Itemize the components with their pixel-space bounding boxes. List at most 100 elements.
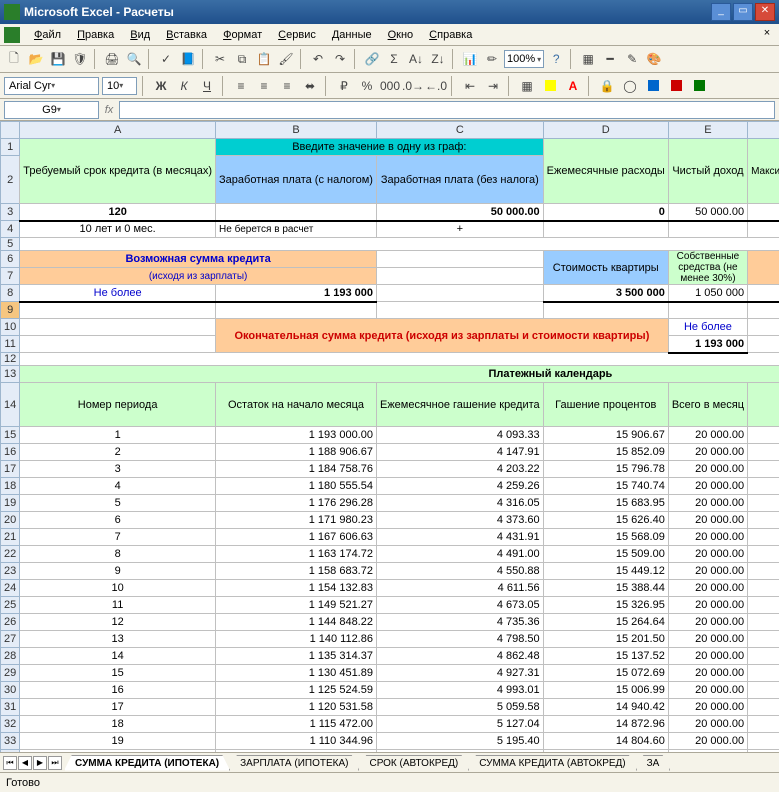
cell[interactable]: 20 000.00 — [668, 750, 747, 753]
cell[interactable]: 1 135 314.37 — [216, 648, 377, 665]
cell[interactable]: 1 163 174.72 — [216, 546, 377, 563]
row-header[interactable]: 13 — [1, 366, 20, 383]
cell[interactable]: + — [376, 221, 543, 238]
worksheet[interactable]: A B C D E F G H 1 Требуемый срок кредита… — [0, 121, 779, 752]
maximize-button[interactable]: ▭ — [733, 3, 753, 21]
cell[interactable]: 20 000.00 — [668, 699, 747, 716]
row-header[interactable]: 25 — [1, 597, 20, 614]
cell[interactable]: 20 000.00 — [668, 682, 747, 699]
cell[interactable]: 15 137.52 — [543, 648, 668, 665]
cell[interactable]: 14 804.60 — [543, 733, 668, 750]
row-header[interactable]: 24 — [1, 580, 20, 597]
cell[interactable]: 1 115 472.00 — [216, 716, 377, 733]
row-header[interactable]: 2 — [1, 156, 20, 204]
print-icon[interactable]: 🖨 — [102, 49, 122, 69]
preview-icon[interactable]: 🔍 — [124, 49, 144, 69]
row-header[interactable]: 26 — [1, 614, 20, 631]
align-left-icon[interactable]: ≡ — [231, 76, 251, 96]
cell[interactable]: 4 491.00 — [376, 546, 543, 563]
sort-desc-icon[interactable]: Z↓ — [428, 49, 448, 69]
row-header[interactable]: 4 — [1, 221, 20, 238]
row-header[interactable]: 15 — [1, 427, 20, 444]
italic-button[interactable]: К — [174, 76, 194, 96]
cell[interactable]: 1 125 524.59 — [748, 665, 779, 682]
row-header[interactable]: 7 — [1, 268, 20, 285]
cell[interactable]: 20 — [20, 750, 216, 753]
redo-icon[interactable]: ↷ — [330, 49, 350, 69]
cell[interactable]: 20 000.00 — [668, 631, 747, 648]
cell[interactable]: 10 лет и 0 мес. — [20, 221, 216, 238]
cell[interactable]: 15 449.12 — [543, 563, 668, 580]
row-header[interactable]: 22 — [1, 546, 20, 563]
cell[interactable] — [748, 319, 779, 336]
cell[interactable] — [20, 319, 216, 336]
cell[interactable]: 20 000.00 — [668, 733, 747, 750]
col-header[interactable]: A — [20, 122, 216, 139]
cell[interactable]: 15 740.74 — [543, 478, 668, 495]
cell[interactable]: 1 — [20, 427, 216, 444]
bold-button[interactable]: Ж — [151, 76, 171, 96]
cell[interactable]: 20 000.00 — [668, 478, 747, 495]
cell[interactable]: 13 — [20, 631, 216, 648]
shapes-icon[interactable]: ◯ — [620, 76, 640, 96]
cell[interactable] — [376, 302, 543, 319]
cell[interactable]: 4 431.91 — [376, 529, 543, 546]
cell[interactable]: 8 — [20, 546, 216, 563]
col-header[interactable]: E — [668, 122, 747, 139]
cell[interactable]: 6 — [20, 512, 216, 529]
cell[interactable] — [376, 251, 543, 268]
cell[interactable]: Заработная плата (без налога) — [376, 156, 543, 204]
cell[interactable]: Ежемесячное гашение кредита — [376, 383, 543, 427]
sheet-tab[interactable]: СУММА КРЕДИТА (АВТОКРЕД) — [468, 755, 636, 771]
tab-last-icon[interactable]: ⏭ — [48, 756, 62, 770]
cell[interactable]: Ежемесячные расходы — [543, 139, 668, 204]
cell[interactable]: 1 176 296.28 — [748, 478, 779, 495]
sheet-tab[interactable]: ЗАРПЛАТА (ИПОТЕКА) — [229, 755, 359, 771]
cell[interactable]: 12 — [20, 614, 216, 631]
cell[interactable]: 15 906.67 — [543, 427, 668, 444]
cell[interactable]: 4 862.48 — [376, 648, 543, 665]
cell[interactable]: 15 568.09 — [543, 529, 668, 546]
col-header[interactable]: B — [216, 122, 377, 139]
help-icon[interactable]: ? — [546, 49, 566, 69]
row-header[interactable]: 18 — [1, 478, 20, 495]
cell[interactable]: 50 000.00 — [668, 204, 747, 221]
cell[interactable]: 1 193 000 — [216, 285, 377, 302]
row-header[interactable]: 29 — [1, 665, 20, 682]
row-header[interactable]: 16 — [1, 444, 20, 461]
close-button[interactable]: ✕ — [755, 3, 775, 21]
cell[interactable]: 3 — [20, 461, 216, 478]
cell[interactable] — [20, 302, 216, 319]
cell[interactable]: 4 611.56 — [376, 580, 543, 597]
cell[interactable]: 1 167 606.63 — [216, 529, 377, 546]
row-header[interactable]: 31 — [1, 699, 20, 716]
row-header[interactable]: 10 — [1, 319, 20, 336]
format-painter-icon[interactable]: 🖌 — [276, 49, 296, 69]
menu-item[interactable]: Вставка — [158, 27, 215, 43]
cell[interactable]: 1 158 683.72 — [748, 546, 779, 563]
cell[interactable]: 20 000.00 — [748, 204, 779, 221]
cell[interactable] — [543, 302, 668, 319]
cell[interactable]: 4 259.26 — [376, 478, 543, 495]
font-color-icon[interactable]: A — [563, 76, 583, 96]
cell[interactable]: 15 — [20, 665, 216, 682]
col-header[interactable]: D — [543, 122, 668, 139]
cell[interactable]: 1 105 149.56 — [216, 750, 377, 753]
row-header[interactable]: 23 — [1, 563, 20, 580]
cell[interactable]: 1 180 555.54 — [216, 478, 377, 495]
decrease-decimal-icon[interactable]: ←.0 — [426, 76, 446, 96]
menu-item[interactable]: Данные — [324, 27, 380, 43]
cell[interactable]: 4 550.88 — [376, 563, 543, 580]
cell[interactable]: 15 388.44 — [543, 580, 668, 597]
cell[interactable] — [748, 302, 779, 319]
cell[interactable]: 50 000.00 — [376, 204, 543, 221]
cell[interactable]: 1 188 906.67 — [748, 427, 779, 444]
percent-icon[interactable]: % — [357, 76, 377, 96]
cell[interactable]: 1 135 314.37 — [748, 631, 779, 648]
cell[interactable]: 20 000.00 — [668, 444, 747, 461]
cell[interactable]: 20 000.00 — [668, 614, 747, 631]
name-box[interactable]: G9 — [4, 101, 99, 119]
cell[interactable]: Окончательная сумма кредита (исходя из з… — [216, 319, 669, 353]
copy-icon[interactable]: ⧉ — [232, 49, 252, 69]
sort-asc-icon[interactable]: A↓ — [406, 49, 426, 69]
